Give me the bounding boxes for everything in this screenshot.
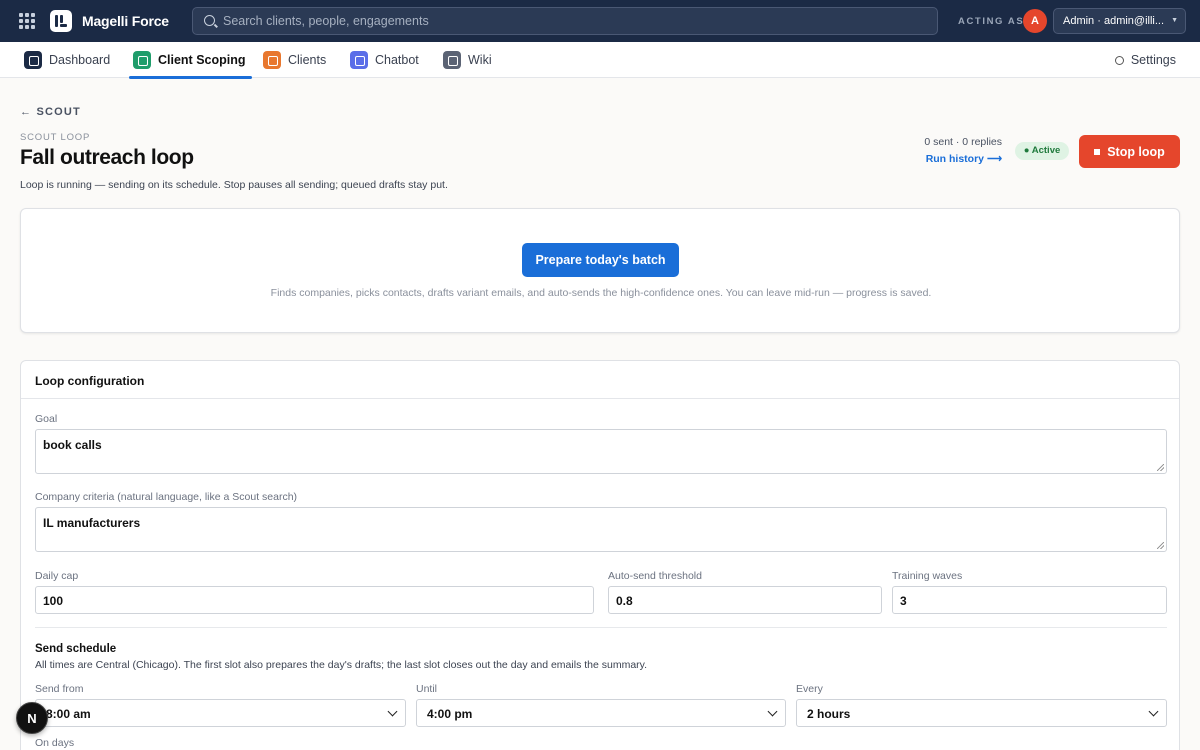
stop-loop-button[interactable]: Stop loop (1079, 135, 1180, 168)
every-select[interactable]: 2 hours (796, 699, 1167, 727)
send-from-select[interactable]: 8:00 am (35, 699, 406, 727)
chevron-down-icon: ▼ (1171, 17, 1178, 24)
resize-handle-icon[interactable] (1157, 464, 1164, 471)
tab-label: Client Scoping (158, 53, 246, 67)
divider (35, 627, 1167, 628)
settings-label: Settings (1130, 53, 1176, 67)
tab-chatbot[interactable]: Chatbot (350, 42, 419, 78)
goal-label: Goal (35, 413, 58, 425)
settings-link[interactable]: Settings (1114, 42, 1176, 78)
chevron-down-icon (387, 706, 398, 717)
until-value: 4:00 pm (427, 707, 473, 721)
batch-card: Prepare today's batch Finds companies, p… (20, 208, 1180, 333)
batch-note: Finds companies, picks contacts, drafts … (270, 287, 932, 299)
tab-label: Wiki (468, 53, 492, 67)
prepare-batch-button[interactable]: Prepare today's batch (522, 243, 679, 277)
clients-icon (263, 51, 281, 69)
dashboard-icon (24, 51, 42, 69)
training-waves-value: 3 (900, 594, 907, 608)
search-icon (204, 15, 215, 26)
tab-label: Clients (288, 53, 327, 67)
until-select[interactable]: 4:00 pm (416, 699, 786, 727)
dev-tools-badge[interactable]: N (16, 702, 48, 734)
threshold-input[interactable]: 0.8 (608, 586, 882, 614)
page-overline: SCOUT LOOP (20, 132, 91, 143)
top-bar: Magelli Force ACTING AS A Admin · admin@… (0, 0, 1200, 42)
send-schedule-note: All times are Central (Chicago). The fir… (35, 659, 648, 671)
acting-user-value: Admin · admin@illi... (1063, 15, 1165, 27)
daily-cap-value: 100 (43, 594, 64, 608)
send-from-label: Send from (35, 683, 84, 695)
card-title: Loop configuration (35, 374, 145, 388)
stop-loop-label: Stop loop (1107, 144, 1165, 159)
status-badge: ● Active (1015, 142, 1069, 160)
stop-icon (1094, 148, 1101, 155)
daily-cap-input[interactable]: 100 (35, 586, 594, 614)
threshold-value: 0.8 (616, 594, 633, 608)
loop-configuration-card: Loop configuration Goal book calls Compa… (20, 360, 1180, 750)
page-subtitle: Loop is running — sending on its schedul… (20, 179, 448, 191)
threshold-label: Auto-send threshold (608, 570, 702, 582)
criteria-label: Company criteria (natural language, like… (35, 491, 298, 503)
send-schedule-heading: Send schedule (35, 643, 117, 655)
briefcase-icon (133, 51, 151, 69)
brand-logo-icon (50, 10, 72, 32)
brand-name[interactable]: Magelli Force (82, 13, 169, 29)
goal-value: book calls (43, 438, 102, 452)
tab-label: Chatbot (375, 53, 419, 67)
card-header: Loop configuration (21, 361, 1179, 399)
app-grid-icon[interactable] (19, 13, 35, 29)
tab-client-scoping[interactable]: Client Scoping (129, 42, 251, 79)
main-nav: Dashboard Client Scoping Clients Chatbot… (0, 42, 1200, 79)
acting-as-label: ACTING AS (958, 16, 1025, 27)
training-waves-input[interactable]: 3 (892, 586, 1167, 614)
every-value: 2 hours (807, 707, 851, 721)
avatar[interactable]: A (1023, 9, 1047, 33)
back-link[interactable]: ← SCOUT (20, 106, 81, 118)
tab-label: Dashboard (49, 53, 111, 67)
page-title: Fall outreach loop (20, 146, 194, 169)
resize-handle-icon[interactable] (1157, 542, 1164, 549)
send-from-value: 8:00 am (46, 707, 91, 721)
chat-icon (350, 51, 368, 69)
tab-clients[interactable]: Clients (263, 42, 326, 78)
tab-dashboard[interactable]: Dashboard (24, 42, 110, 78)
loop-stats: 0 sent · 0 replies (924, 136, 1002, 148)
criteria-value: IL manufacturers (43, 516, 141, 530)
training-waves-label: Training waves (892, 570, 963, 582)
criteria-textarea[interactable]: IL manufacturers (35, 507, 1167, 552)
chevron-down-icon (1148, 706, 1159, 717)
goal-textarea[interactable]: book calls (35, 429, 1167, 474)
chevron-down-icon (767, 706, 778, 717)
acting-user-select[interactable]: Admin · admin@illi... ▼ (1053, 8, 1186, 34)
until-label: Until (416, 683, 438, 695)
run-history-link[interactable]: Run history ⟶ (870, 153, 1002, 165)
tab-wiki[interactable]: Wiki (443, 42, 492, 78)
gear-icon (1114, 55, 1124, 65)
search-input[interactable] (223, 8, 923, 34)
global-search[interactable] (192, 7, 938, 35)
daily-cap-label: Daily cap (35, 570, 79, 582)
every-label: Every (796, 683, 823, 695)
on-days-label: On days (35, 737, 75, 749)
wiki-icon (443, 51, 461, 69)
